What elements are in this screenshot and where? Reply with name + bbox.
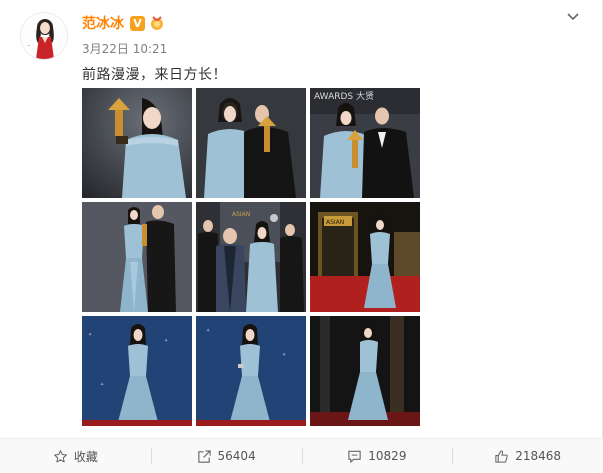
post-text: 前路漫漫，来日方长！ bbox=[82, 67, 227, 83]
photo-8[interactable]: ✦ ✦ bbox=[196, 316, 306, 426]
svg-text:✦: ✦ bbox=[206, 328, 210, 334]
favorite-label: 收藏 bbox=[73, 449, 98, 464]
svg-text:✦: ✦ bbox=[100, 382, 104, 388]
photo-1[interactable] bbox=[82, 88, 192, 198]
like-button[interactable]: 218468 bbox=[452, 439, 603, 473]
photo-2[interactable] bbox=[196, 88, 306, 198]
photo-9[interactable] bbox=[310, 316, 420, 426]
favorite-icon bbox=[53, 449, 67, 462]
svg-text:~: ~ bbox=[27, 43, 30, 48]
photo-4[interactable] bbox=[82, 202, 192, 312]
weibo-post-card: ~ 范冰冰 V 3月22日 10:21 前路漫漫，来日方长！ AWARDS 大贤… bbox=[0, 0, 603, 473]
like-icon bbox=[495, 449, 508, 463]
action-bar: 收藏 56404 10829 218468 bbox=[0, 438, 603, 473]
vip-icon: V bbox=[130, 15, 145, 31]
avatar[interactable]: ~ bbox=[20, 12, 68, 60]
medal-icon bbox=[151, 16, 163, 30]
photo-sign-text: AWARDS 大贤 bbox=[314, 90, 374, 102]
comment-count: 10829 bbox=[368, 449, 407, 463]
photo-6[interactable]: ASIAN bbox=[310, 202, 420, 312]
svg-text:✦: ✦ bbox=[282, 352, 286, 358]
post-time[interactable]: 3月22日 10:21 bbox=[82, 40, 167, 57]
photo-sign-text: ASIAN bbox=[326, 219, 344, 226]
repost-count: 56404 bbox=[217, 449, 256, 463]
repost-button[interactable]: 56404 bbox=[150, 439, 302, 473]
favorite-button[interactable]: 收藏 bbox=[0, 439, 151, 473]
photo-7[interactable]: ✦ ✦ ✦ bbox=[82, 316, 192, 426]
author-name[interactable]: 范冰冰 bbox=[82, 13, 124, 33]
photo-5[interactable]: ASIAN bbox=[196, 202, 306, 312]
comment-icon bbox=[348, 450, 361, 463]
author-row: 范冰冰 V bbox=[82, 13, 166, 33]
comment-button[interactable]: 10829 bbox=[301, 439, 453, 473]
svg-text:✦: ✦ bbox=[164, 338, 168, 344]
like-count: 218468 bbox=[515, 449, 562, 463]
svg-text:ASIAN: ASIAN bbox=[232, 211, 250, 218]
chevron-down-icon[interactable] bbox=[566, 10, 580, 24]
repost-icon bbox=[197, 449, 211, 463]
photo-3[interactable]: AWARDS 大贤 bbox=[310, 88, 420, 198]
svg-text:✦: ✦ bbox=[88, 332, 92, 338]
